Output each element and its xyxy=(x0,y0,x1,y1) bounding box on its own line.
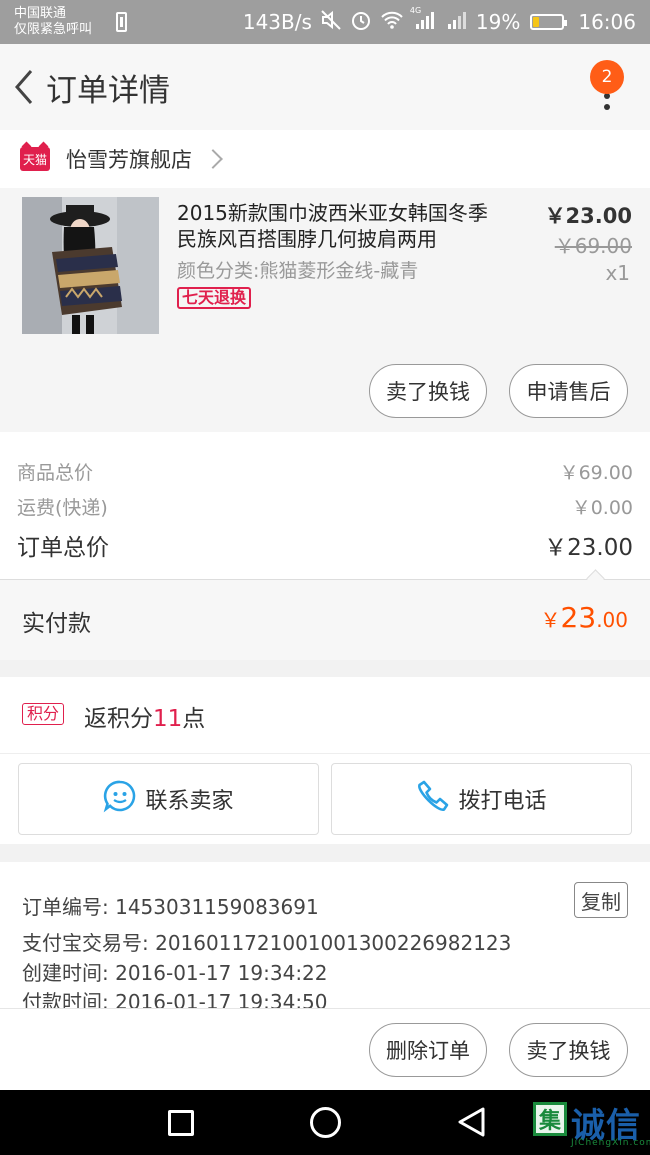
shipping-value: ￥0.00 xyxy=(571,497,633,519)
sim-icon xyxy=(116,12,127,32)
app-header: 订单详情 2 xyxy=(0,44,650,130)
order-total-row: 订单总价 ￥23.00 xyxy=(17,528,633,562)
actual-payment-row: 实付款 ￥23.00 xyxy=(0,580,650,660)
emergency-only-label: 仅限紧急呼叫 xyxy=(14,22,93,37)
created-time: 创建时间: 2016-01-17 19:34:22 xyxy=(22,961,328,985)
signal-4g-icon: 4G xyxy=(410,6,436,35)
points-count: 11 xyxy=(153,706,183,732)
chat-bubble-icon xyxy=(103,779,137,819)
watermark-subtext: JiChengXin.com xyxy=(571,1138,650,1148)
payment-decimal: .00 xyxy=(596,608,628,632)
after-sale-button[interactable]: 申请售后 xyxy=(509,364,628,418)
watermark: 集 诚信 JiChengXin.com xyxy=(533,1098,650,1148)
shipping-row: 运费(快递) ￥0.00 xyxy=(17,493,633,520)
phone-icon xyxy=(416,779,450,819)
product-item[interactable]: 2015新款围巾波西米亚女韩国冬季民族风百搭围脖几何披肩两用 颜色分类:熊猫菱形… xyxy=(0,188,650,432)
battery-percent: 19% xyxy=(475,10,521,34)
product-image[interactable] xyxy=(22,197,159,334)
network-speed: 143B/s xyxy=(242,10,312,34)
points-prefix: 返积分 xyxy=(84,706,153,732)
order-number: 订单编号: 1453031159083691 xyxy=(22,895,319,919)
shipping-label: 运费(快递) xyxy=(17,497,108,519)
page-title: 订单详情 xyxy=(46,72,170,109)
battery-icon xyxy=(530,14,568,30)
home-icon[interactable] xyxy=(310,1107,341,1138)
copy-button[interactable]: 复制 xyxy=(574,882,628,918)
wifi-icon xyxy=(380,10,404,35)
goods-total-value: ￥69.00 xyxy=(559,462,633,484)
back-arrow-icon[interactable] xyxy=(2,57,46,117)
goods-total-label: 商品总价 xyxy=(17,462,94,484)
notification-badge: 2 xyxy=(590,60,624,94)
call-phone-button[interactable]: 拨打电话 xyxy=(331,763,632,835)
tmall-logo-icon: 天猫 xyxy=(20,147,50,171)
seven-day-return-badge: 七天退换 xyxy=(177,287,252,309)
product-spec: 颜色分类:熊猫菱形金线-藏青 xyxy=(177,260,419,282)
points-text: 返积分11点 xyxy=(84,699,205,733)
order-total-label: 订单总价 xyxy=(17,535,109,561)
clock: 16:06 xyxy=(578,10,636,34)
payment-integer: 23 xyxy=(560,601,597,634)
order-info: 订单编号: 1453031159083691 复制 支付宝交易号: 201601… xyxy=(0,862,650,1008)
price-summary: 商品总价 ￥69.00 运费(快递) ￥0.00 订单总价 ￥23.00 xyxy=(0,432,650,580)
contact-seller-button[interactable]: 联系卖家 xyxy=(18,763,319,835)
shop-row[interactable]: 天猫 怡雪芳旗舰店 xyxy=(0,130,650,188)
product-price: ￥23.00 xyxy=(544,204,632,228)
alipay-trade-number: 支付宝交易号: 2016011721001001300226982123 xyxy=(22,931,512,955)
resell-button[interactable]: 卖了换钱 xyxy=(369,364,487,418)
product-title[interactable]: 2015新款围巾波西米亚女韩国冬季民族风百搭围脖几何披肩两用 xyxy=(177,200,507,252)
order-total-value: ￥23.00 xyxy=(544,535,633,561)
chevron-right-icon xyxy=(203,149,223,169)
actual-payment-amount: ￥23.00 xyxy=(541,601,628,634)
call-phone-label: 拨打电话 xyxy=(458,789,547,814)
shop-name: 怡雪芳旗舰店 xyxy=(66,148,192,172)
points-suffix: 点 xyxy=(182,706,206,732)
payment-currency: ￥ xyxy=(540,608,561,632)
contact-seller-label: 联系卖家 xyxy=(145,789,234,814)
points-row: 积分 返积分11点 xyxy=(0,677,650,754)
nav-back-icon[interactable] xyxy=(456,1106,486,1142)
actual-payment-label: 实付款 xyxy=(22,611,91,637)
resell-bottom-button[interactable]: 卖了换钱 xyxy=(509,1023,628,1077)
watermark-logo-icon: 集 xyxy=(533,1102,567,1136)
paid-time: 付款时间: 2016-01-17 19:34:50 xyxy=(22,990,328,1008)
contact-row: 联系卖家 拨打电话 xyxy=(0,754,650,844)
points-badge: 积分 xyxy=(22,703,65,725)
system-nav-bar: 集 诚信 JiChengXin.com xyxy=(0,1090,650,1155)
alarm-icon xyxy=(350,9,372,36)
bottom-action-bar: 删除订单 卖了换钱 xyxy=(0,1008,650,1090)
mute-icon xyxy=(320,9,342,36)
delete-order-button[interactable]: 删除订单 xyxy=(369,1023,487,1077)
carrier-info: 中国联通 仅限紧急呼叫 xyxy=(14,6,110,38)
network-type: 4G xyxy=(409,5,422,15)
product-original-price: ￥69.00 xyxy=(554,234,632,258)
more-menu-button[interactable]: 2 xyxy=(590,60,624,112)
goods-total-row: 商品总价 ￥69.00 xyxy=(17,458,633,485)
carrier-name: 中国联通 xyxy=(14,6,67,21)
recent-apps-icon[interactable] xyxy=(168,1110,194,1136)
product-quantity: x1 xyxy=(605,261,630,285)
status-bar: 中国联通 仅限紧急呼叫 143B/s 4G 19% 16:06 xyxy=(0,0,650,44)
signal-icon xyxy=(444,10,468,35)
